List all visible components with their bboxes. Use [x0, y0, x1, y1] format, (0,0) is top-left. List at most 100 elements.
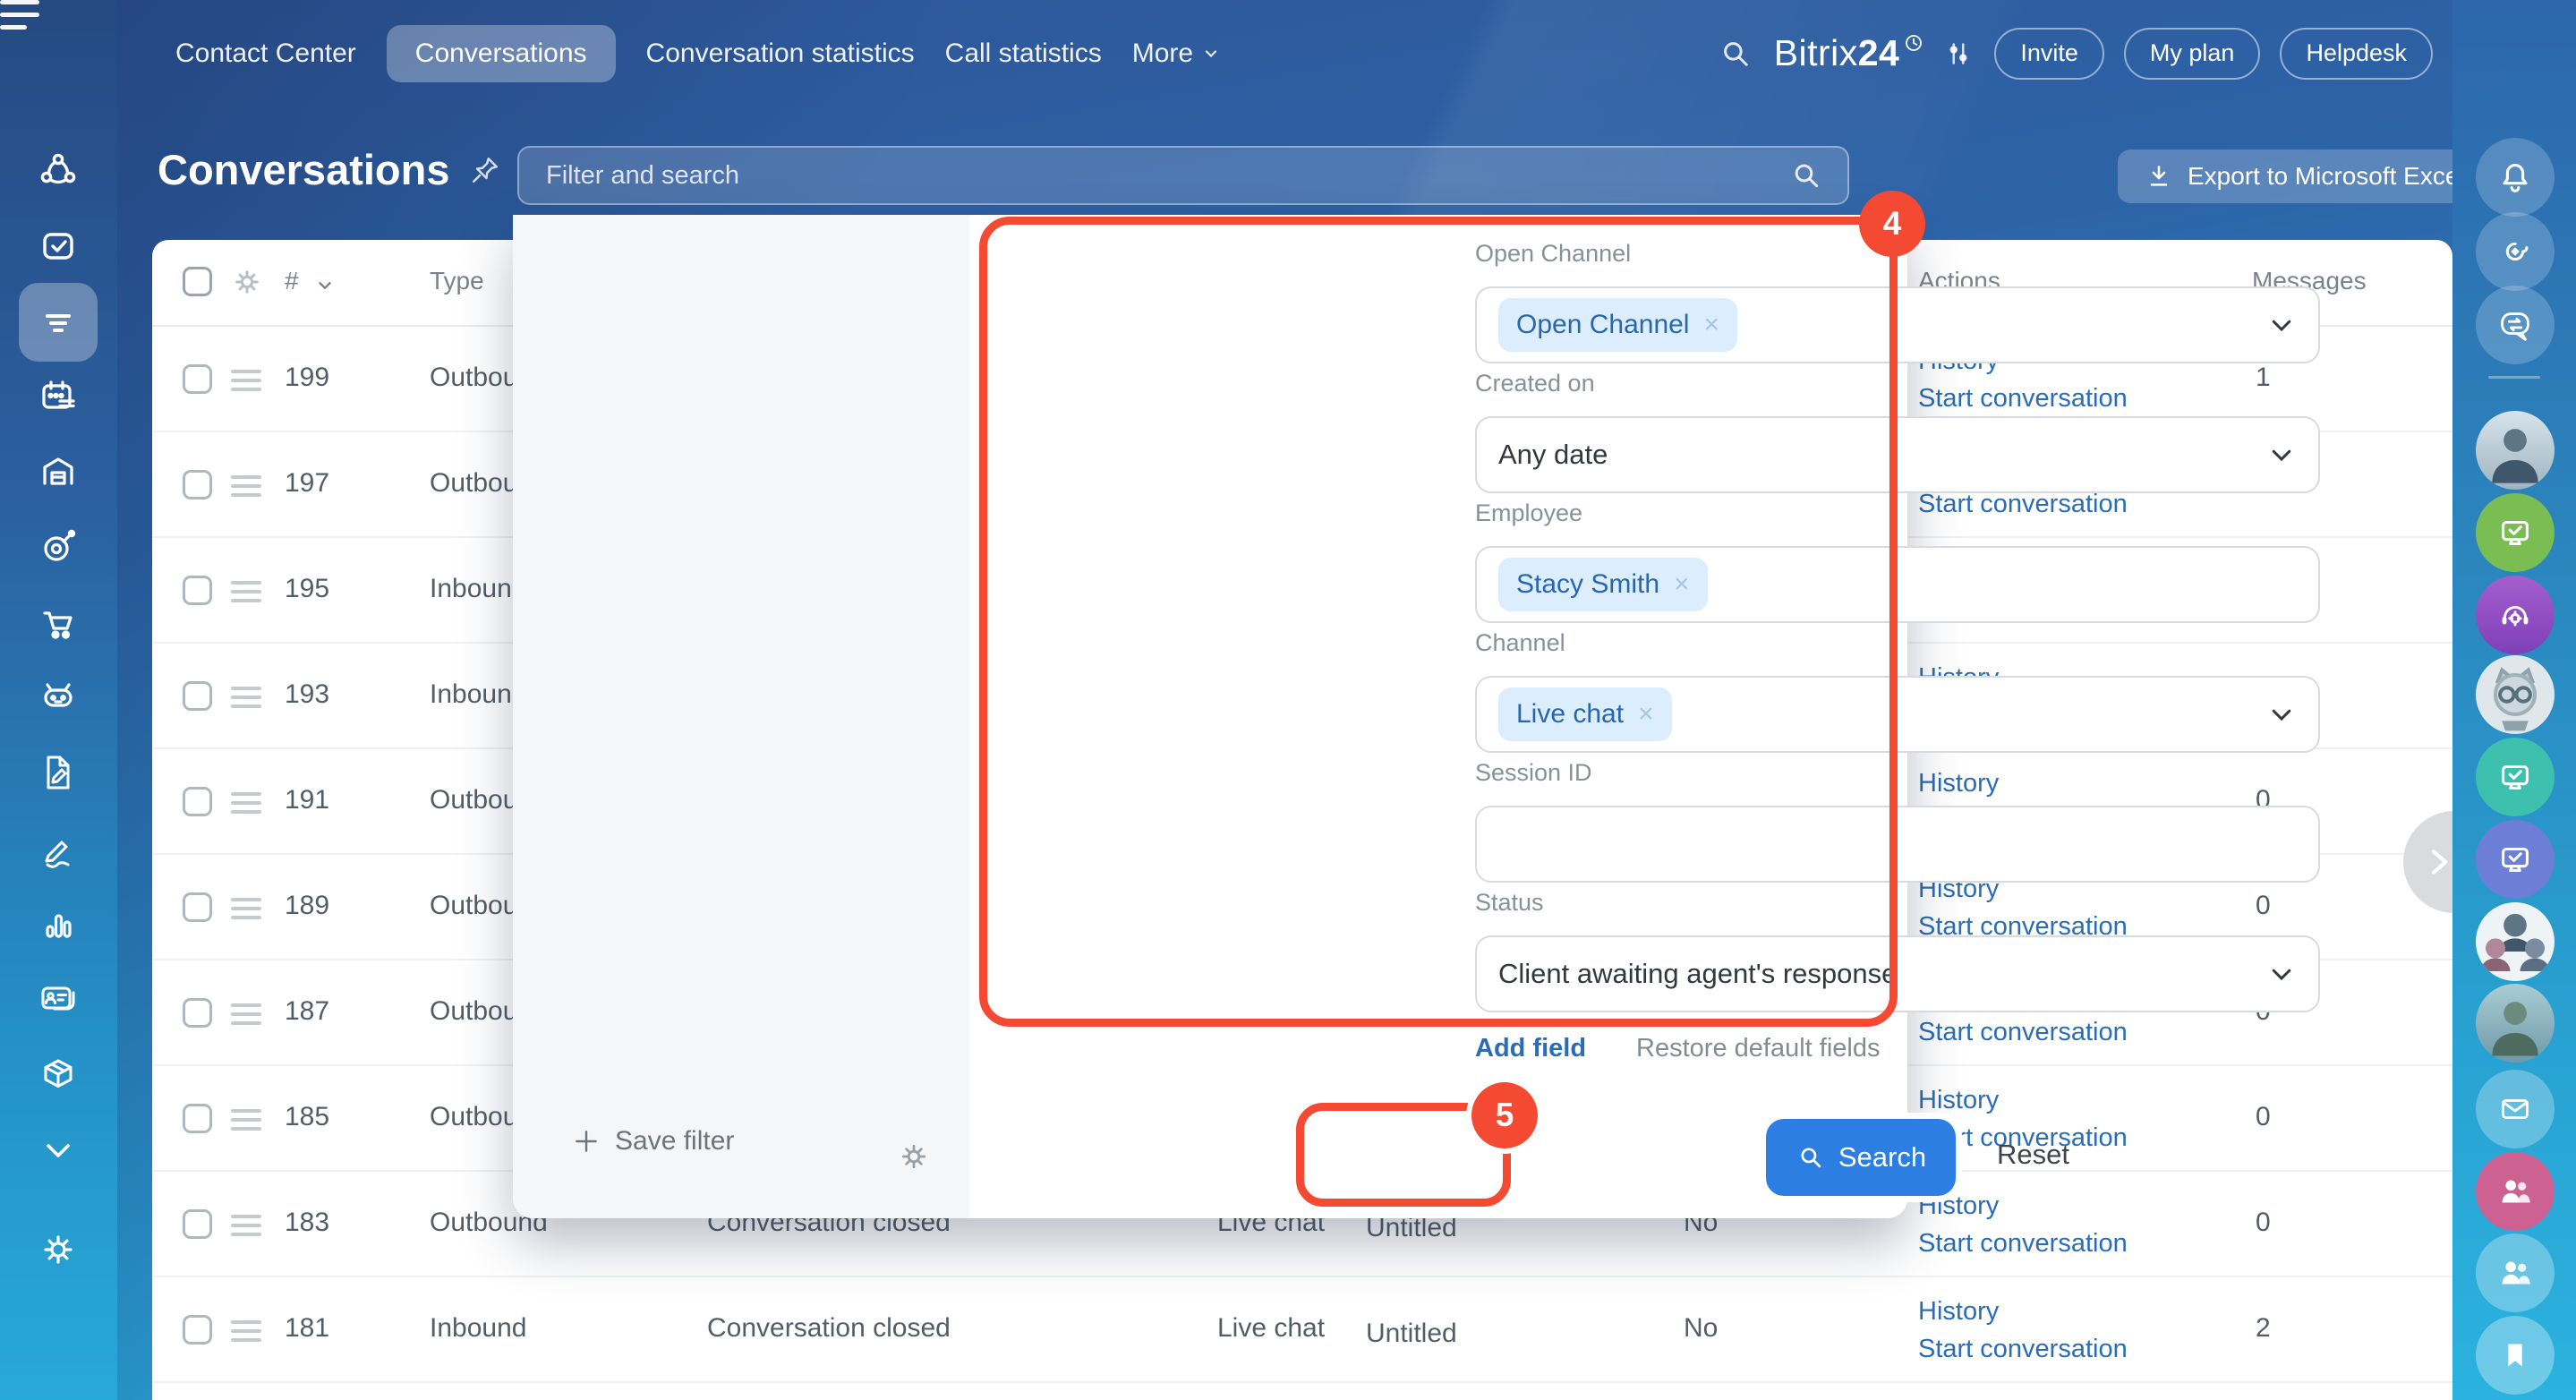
start-conversation-link[interactable]: Start conversation: [1918, 1229, 2128, 1259]
row-checkbox[interactable]: [183, 1209, 212, 1239]
drag-handle-icon[interactable]: [231, 1109, 261, 1131]
sidebar-item-esignature-icon[interactable]: [37, 826, 80, 869]
sidebar-item-products-box-icon[interactable]: [37, 1052, 80, 1095]
sidebar-settings-gear-icon[interactable]: [37, 1228, 80, 1271]
bookmark-icon[interactable]: [2476, 1316, 2555, 1395]
notifications-bell-icon[interactable]: [2476, 138, 2555, 217]
global-search-icon[interactable]: [1717, 35, 1754, 73]
mail-icon[interactable]: [2476, 1070, 2555, 1148]
ai-bot-purple-icon[interactable]: [2476, 576, 2555, 654]
columns-gear-icon[interactable]: [231, 266, 263, 298]
history-link[interactable]: History: [1918, 769, 1999, 798]
my-plan-button[interactable]: My plan: [2124, 28, 2261, 80]
session-id-field[interactable]: [1475, 806, 2320, 883]
row-checkbox[interactable]: [183, 1315, 212, 1345]
drag-handle-icon[interactable]: [231, 475, 261, 497]
nav-conversation-statistics[interactable]: Conversation statistics: [646, 38, 915, 69]
nav-more[interactable]: More: [1132, 38, 1220, 69]
avatar-man[interactable]: [2476, 411, 2555, 490]
field-label-channel: Channel: [1475, 629, 1565, 657]
start-conversation-link[interactable]: Start conversation: [1918, 1335, 2128, 1364]
restore-defaults-link[interactable]: Restore default fields: [1636, 1034, 1880, 1063]
remove-tag-icon[interactable]: ×: [1638, 699, 1654, 730]
hamburger-menu-icon[interactable]: [0, 0, 48, 39]
invite-button[interactable]: Invite: [1994, 28, 2104, 80]
sidebar-item-contacts-card-icon[interactable]: [37, 976, 80, 1019]
drag-handle-icon[interactable]: [231, 1215, 261, 1236]
column-header-number[interactable]: #: [285, 267, 299, 295]
employee-field[interactable]: Stacy Smith ×: [1475, 546, 2320, 623]
tasks-teal-icon[interactable]: [2476, 738, 2555, 816]
nav-call-statistics[interactable]: Call statistics: [945, 38, 1102, 69]
tasks-violet-icon[interactable]: [2476, 820, 2555, 899]
session-id-input[interactable]: [1498, 827, 2297, 861]
search-input[interactable]: [519, 161, 1788, 191]
row-checkbox[interactable]: [183, 892, 212, 922]
channel-field[interactable]: Live chat ×: [1475, 676, 2320, 753]
sidebar-item-tasks-icon[interactable]: [37, 225, 80, 268]
sliders-icon[interactable]: [1942, 38, 1975, 70]
group-avatars[interactable]: [2476, 902, 2555, 981]
people-pink-icon[interactable]: [2476, 1152, 2555, 1231]
sidebar-item-target-icon[interactable]: [37, 525, 80, 568]
open-channel-field[interactable]: Open Channel ×: [1475, 286, 2320, 363]
sidebar-item-document-edit-icon[interactable]: [37, 751, 80, 794]
start-conversation-link[interactable]: Start conversation: [1918, 1018, 2128, 1047]
nav-contact-center[interactable]: Contact Center: [175, 38, 356, 69]
drag-handle-icon[interactable]: [231, 581, 261, 602]
avatar-woman[interactable]: [2476, 984, 2555, 1063]
filter-dropdown-panel: Save filter Open Channel Open Channel × …: [513, 215, 1907, 1218]
sidebar-item-analytics-icon[interactable]: [37, 902, 80, 945]
cell-id: 187: [285, 996, 329, 1027]
drag-handle-icon[interactable]: [231, 1320, 261, 1342]
created-on-select[interactable]: Any date: [1475, 416, 2320, 493]
drag-handle-icon[interactable]: [231, 792, 261, 814]
people-light-icon[interactable]: [2476, 1234, 2555, 1312]
table-row[interactable]: 181 Inbound Conversation closed Live cha…: [152, 1277, 2452, 1383]
sidebar-item-conversations-icon[interactable]: [37, 301, 80, 344]
row-checkbox[interactable]: [183, 470, 212, 499]
tasks-green-icon[interactable]: [2476, 493, 2555, 572]
save-filter-button[interactable]: Save filter: [572, 1126, 734, 1157]
pin-icon[interactable]: [469, 154, 501, 186]
messenger-icon[interactable]: [2476, 286, 2555, 364]
sidebar-item-more-chevron-icon[interactable]: [37, 1129, 80, 1172]
search-button[interactable]: Search: [1766, 1119, 1956, 1196]
remove-tag-icon[interactable]: ×: [1703, 310, 1719, 340]
select-all-checkbox[interactable]: [183, 267, 212, 296]
row-checkbox[interactable]: [183, 1104, 212, 1133]
drag-handle-icon[interactable]: [231, 370, 261, 391]
row-checkbox[interactable]: [183, 998, 212, 1028]
export-to-excel-button[interactable]: Export to Microsoft Excel: [2118, 149, 2492, 203]
helpdesk-button[interactable]: Helpdesk: [2280, 28, 2433, 80]
avatar-cat[interactable]: [2476, 655, 2555, 734]
sidebar-item-cart-icon[interactable]: [37, 602, 80, 645]
row-checkbox[interactable]: [183, 787, 212, 816]
sidebar-item-calendar-icon[interactable]: [37, 374, 80, 417]
column-header-type[interactable]: Type: [430, 267, 484, 295]
start-conversation-link[interactable]: Start conversation: [1918, 384, 2128, 414]
drag-handle-icon[interactable]: [231, 1003, 261, 1025]
cell-flag: No: [1684, 1313, 1718, 1344]
history-link[interactable]: History: [1918, 1297, 1999, 1327]
row-checkbox[interactable]: [183, 576, 212, 605]
reset-button[interactable]: Reset: [1997, 1139, 2069, 1171]
cell-id: 193: [285, 679, 329, 710]
drag-handle-icon[interactable]: [231, 687, 261, 708]
sidebar-item-warehouse-icon[interactable]: [37, 450, 80, 493]
drag-handle-icon[interactable]: [231, 898, 261, 919]
nav-conversations[interactable]: Conversations: [387, 25, 616, 82]
filter-search-bar[interactable]: [517, 146, 1849, 205]
start-conversation-link[interactable]: Start conversation: [1918, 490, 2128, 519]
remove-tag-icon[interactable]: ×: [1674, 569, 1690, 600]
search-icon[interactable]: [1788, 158, 1847, 193]
filter-settings-gear-icon[interactable]: [896, 1139, 932, 1174]
copilot-icon[interactable]: [2476, 212, 2555, 291]
sidebar-item-ai-robot-icon[interactable]: [37, 675, 80, 718]
add-field-link[interactable]: Add field: [1475, 1034, 1586, 1063]
sidebar-item-network-icon[interactable]: [37, 149, 80, 192]
row-checkbox[interactable]: [183, 681, 212, 711]
status-select[interactable]: Client awaiting agent's response: [1475, 935, 2320, 1012]
row-checkbox[interactable]: [183, 364, 212, 394]
history-link[interactable]: History: [1918, 1086, 1999, 1115]
